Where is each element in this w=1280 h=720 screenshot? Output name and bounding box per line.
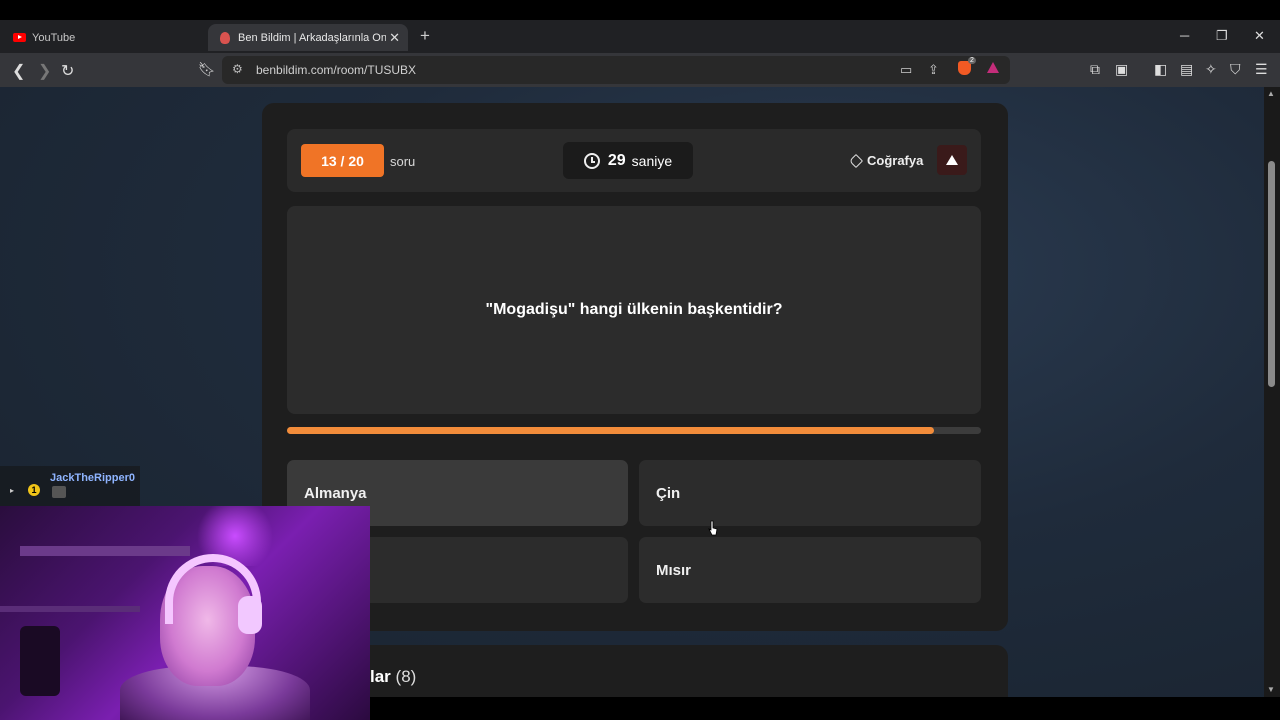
cast-icon[interactable]: ▭ [900,62,912,78]
question-counter: 13 / 20 [301,144,384,177]
vertical-scrollbar[interactable]: ▲ ▼ [1264,87,1280,697]
answer-label: Mısır [656,561,692,579]
tab-strip: YouTube Ben Bildim | Arkadaşlarınla Onli… [0,20,1280,53]
tab-youtube[interactable]: YouTube [6,24,206,51]
restore-icon[interactable]: ❐ [1216,28,1228,44]
extensions-icon[interactable]: ⧉ [1090,61,1100,78]
reader-icon[interactable]: ▣ [1115,61,1128,78]
forward-icon[interactable]: ❯ [38,61,51,81]
players-panel: lar (8) [262,645,1008,697]
tab-label: YouTube [32,31,76,44]
time-progress-fill [287,427,934,434]
question-card: "Mogadişu" hangi ülkenin başkentidir? [287,206,981,414]
sidebar-icon[interactable]: ◧ [1154,61,1167,78]
benbildim-icon [218,31,232,45]
chat-rank-badge: 1 [28,484,40,496]
share-icon[interactable]: ⇪ [928,62,939,78]
minimize-icon[interactable]: ─ [1180,28,1189,43]
webcam-shelf-lower [0,606,140,612]
reload-icon[interactable]: ↻ [61,61,74,81]
close-tab-icon[interactable]: ✕ [389,30,400,46]
time-progress-bar [287,427,981,434]
players-heading: lar (8) [370,667,416,687]
question-counter-label: soru [390,154,416,169]
tag-icon [848,153,864,168]
screen-top-border [0,0,1280,20]
chat-username: JackTheRipper0 [50,472,135,484]
site-info-icon[interactable]: ⚙︎ [232,62,243,76]
bookmark-icon[interactable]: 🔖︎ [198,61,216,78]
chat-bullet-icon: ▸ [10,486,15,495]
scroll-down-icon[interactable]: ▼ [1267,685,1275,694]
webcam-background-object [20,626,60,696]
stream-chat-overlay: ▸ 1 JackTheRipper0 [0,466,140,506]
answer-label: Çin [656,484,681,502]
chat-emote-icon [52,486,66,498]
youtube-icon [12,31,26,45]
answer-label: Almanya [304,484,367,502]
warning-icon [946,155,958,165]
quiz-header: 13 / 20 soru 29 saniye Coğrafya [287,129,981,192]
tab-label: Ben Bildim | Arkadaşlarınla Online [238,31,386,44]
report-button[interactable] [937,145,967,175]
answer-option-4[interactable]: Mısır [639,537,981,603]
quiz-panel: 13 / 20 soru 29 saniye Coğrafya "Mogadiş… [262,103,1008,631]
category-badge: Coğrafya [848,153,924,168]
question-text: "Mogadişu" hangi ülkenin başkentidir? [485,301,783,318]
scroll-up-icon[interactable]: ▲ [1267,89,1275,98]
vpn-icon[interactable]: ⛉ [1230,61,1241,78]
timer-unit: saniye [631,152,673,169]
url-text: benbildim.com/room/TUSUBX [256,63,417,77]
close-window-icon[interactable]: ✕ [1254,28,1265,44]
menu-icon[interactable]: ☰ [1255,61,1268,78]
answer-option-2[interactable]: Çin [639,460,981,526]
category-label: Coğrafya [867,153,924,168]
mouse-cursor-icon [708,520,718,536]
players-count: (8) [395,667,417,686]
webcam-headset-earcup [238,596,262,634]
brave-rewards-icon[interactable] [987,62,999,73]
players-heading-text: lar [370,667,391,686]
timer-value: 29 [607,151,626,169]
address-bar-row: ❮ ❯ ↻ 🔖︎ ⚙︎ benbildim.com/room/TUSUBX ▭ … [0,53,1280,87]
shields-count-badge: 2 [968,57,976,64]
webcam-overlay [0,506,370,720]
timer: 29 saniye [563,142,693,179]
back-icon[interactable]: ❮ [12,61,25,81]
new-tab-button[interactable]: + [420,26,430,46]
webcam-shelf [20,546,190,556]
omnibox[interactable]: ⚙︎ benbildim.com/room/TUSUBX ▭ ⇪ [222,56,1010,84]
leo-ai-icon[interactable]: ✧ [1205,61,1217,78]
wallet-icon[interactable]: ▤ [1180,61,1193,78]
clock-icon [583,152,600,169]
tab-benbildim[interactable]: Ben Bildim | Arkadaşlarınla Online ✕ [208,24,408,51]
scroll-thumb[interactable] [1268,161,1275,387]
